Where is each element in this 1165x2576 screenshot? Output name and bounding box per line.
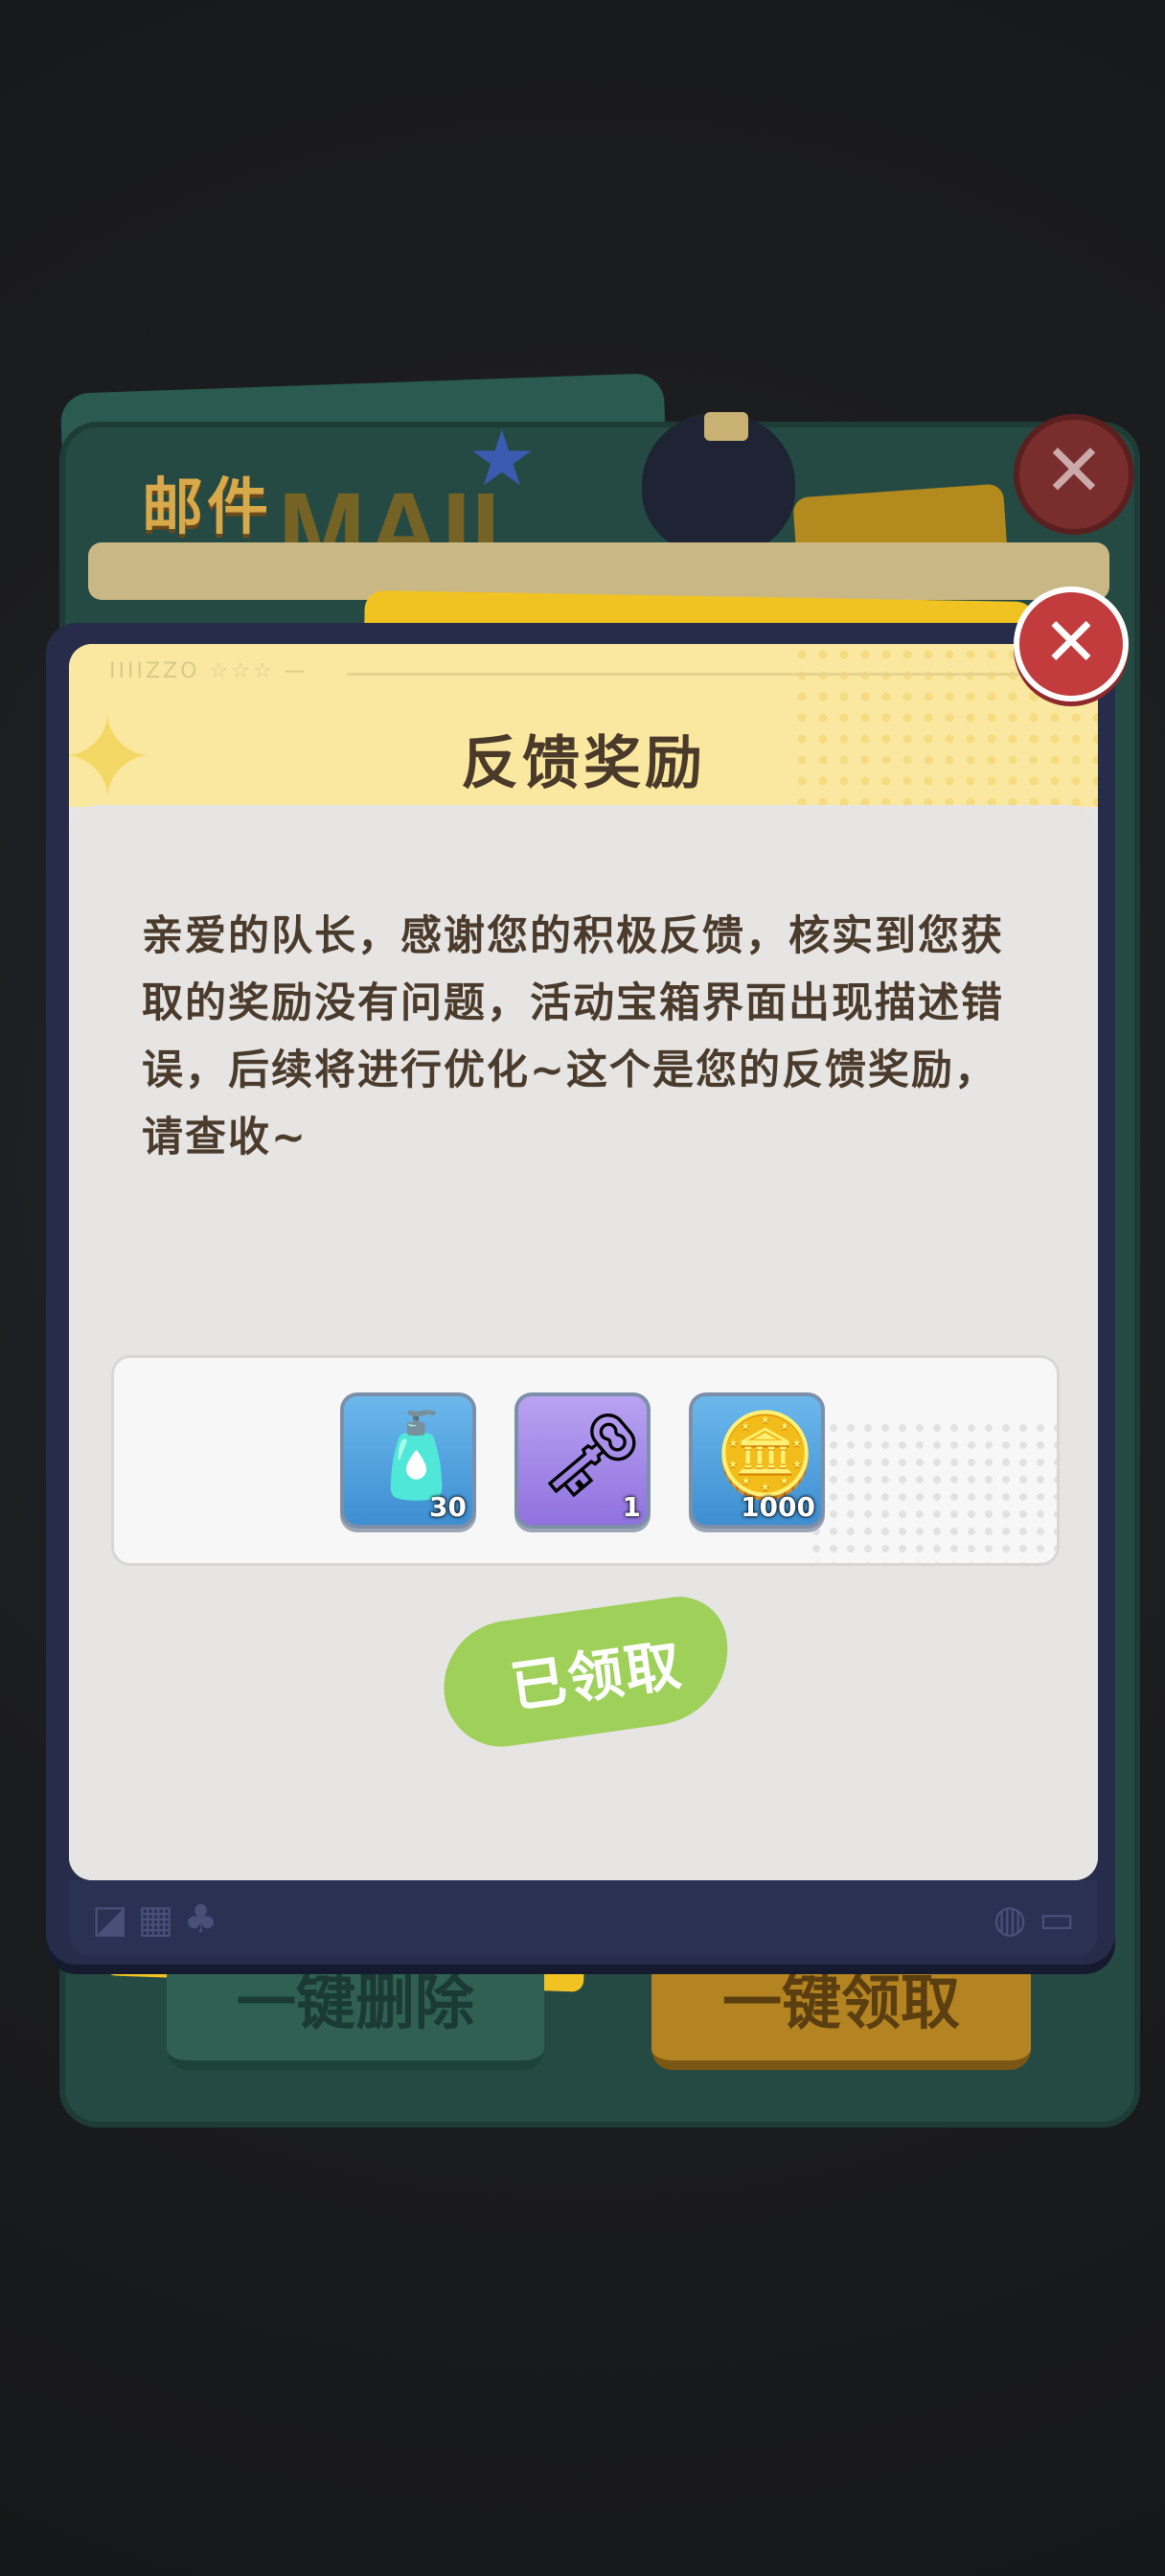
rewards-dot-pattern [808, 1419, 1057, 1563]
potion-bottle-icon: 🧴 [365, 1408, 468, 1504]
mail-list-strip [88, 542, 1109, 600]
mail-title: 邮件 [142, 472, 272, 543]
claim-all-button[interactable]: 一键领取 [651, 1955, 1031, 2070]
dialog-title: 反馈奖励 [461, 730, 706, 797]
key-icon: 🗝 [539, 1408, 645, 1504]
reward-item-coin[interactable]: 🪙 1000 [689, 1392, 825, 1529]
delete-all-button[interactable]: 一键删除 [167, 1955, 544, 2070]
feedback-reward-dialog: ✦ IIIIZZO ☆☆☆ — 反馈奖励 亲爱的队长，感谢您的积极反馈，核实到您… [69, 644, 1098, 1880]
reward-quantity: 30 [429, 1491, 467, 1523]
header-deco-line [347, 673, 1037, 676]
dialog-footer: ◪▦♣ ◍ ▭ [69, 1880, 1098, 1957]
reward-item-potion[interactable]: 🧴 30 [340, 1392, 476, 1529]
reward-quantity: 1 [622, 1491, 641, 1523]
dialog-close-button[interactable]: ✕ [1014, 586, 1129, 702]
reward-quantity: 1000 [741, 1491, 815, 1523]
reward-item-key[interactable]: 🗝 1 [514, 1392, 651, 1529]
header-deco-text: IIIIZZO ☆☆☆ — [109, 659, 308, 683]
footer-globe-icon: ◍ ▭ [993, 1898, 1075, 1942]
crown-icon [704, 412, 748, 441]
zzz-icon: ᶻᶻ [682, 1598, 713, 1641]
gold-coin-icon: 🪙 [714, 1408, 817, 1504]
rewards-box: 🧴 30 🗝 1 🪙 1000 [111, 1355, 1060, 1566]
dialog-header: ✦ IIIIZZO ☆☆☆ — 反馈奖励 [69, 644, 1098, 825]
mail-close-button[interactable]: ✕ [1014, 414, 1134, 535]
feedback-message: 亲爱的队长，感谢您的积极反馈，核实到您获取的奖励没有问题，活动宝箱界面出现描述错… [142, 912, 1004, 1162]
footer-deco-icons: ◪▦♣ [92, 1898, 228, 1942]
